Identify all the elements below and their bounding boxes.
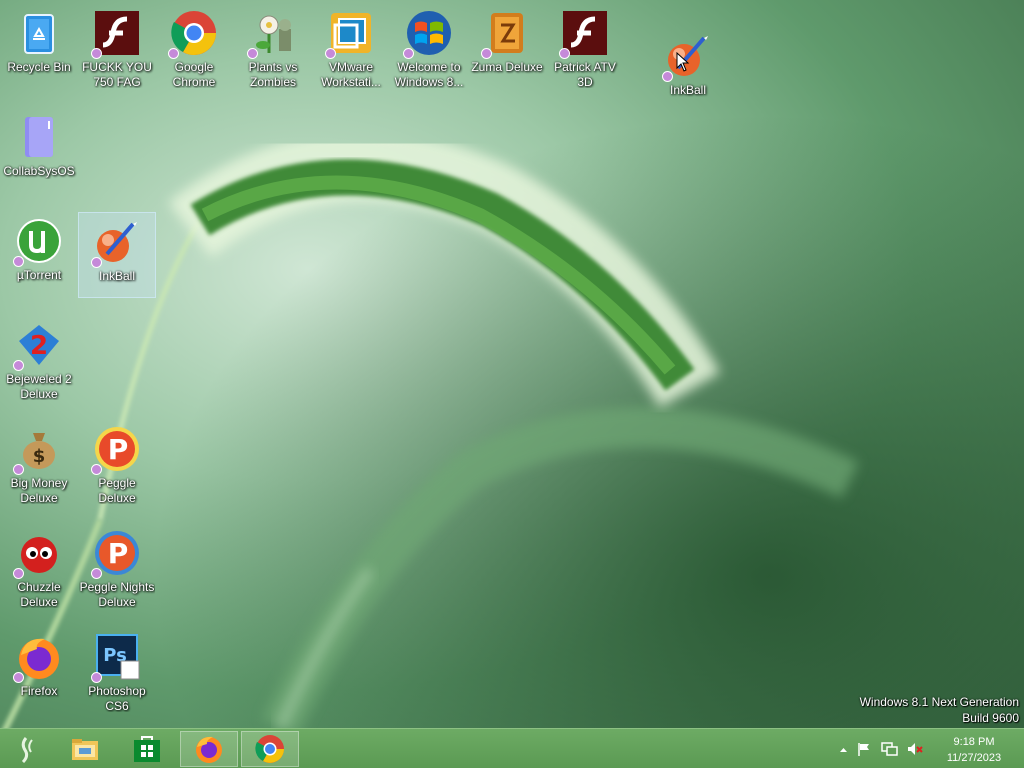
desktop-icon-bejeweled-2[interactable]: 2 Bejeweled 2 Deluxe (1, 316, 77, 400)
folder-icon (15, 113, 63, 161)
desktop-icon-utorrent[interactable]: µTorrent (1, 212, 77, 296)
photoshop-icon: Ps (91, 633, 141, 683)
desktop-icon-zuma-deluxe[interactable]: Zuma Deluxe (469, 4, 545, 88)
firefox-icon (196, 736, 222, 763)
svg-text:$: $ (33, 446, 46, 467)
flash-icon (91, 9, 141, 59)
shortcut-arrow-icon (168, 48, 179, 59)
shortcut-arrow-icon (559, 48, 570, 59)
shortcut-arrow-icon (13, 464, 24, 475)
shortcut-arrow-icon (91, 48, 102, 59)
windows-logo-icon (403, 9, 453, 59)
shortcut-arrow-icon (91, 568, 102, 579)
shortcut-arrow-icon (91, 257, 102, 268)
desktop-icon-plants-vs-zombies[interactable]: Plants vs Zombies (235, 4, 311, 88)
system-tray (839, 729, 924, 768)
start-button[interactable] (4, 731, 52, 767)
taskbar-clock[interactable]: 9:18 PM 11/27/2023 (928, 734, 1020, 766)
svg-text:P: P (108, 433, 129, 466)
desktop-icon-vmware[interactable]: VMware Workstati... (313, 4, 389, 88)
clock-date: 11/27/2023 (946, 752, 1002, 764)
desktop-icon-inkball-selected[interactable]: InkBall (78, 212, 156, 298)
store-icon (134, 736, 160, 762)
shortcut-arrow-icon (13, 360, 24, 371)
start-icon (21, 737, 33, 764)
shortcut-arrow-icon (13, 256, 24, 267)
inkball-icon (91, 218, 141, 268)
shortcut-arrow-icon (13, 672, 24, 683)
shortcut-arrow-icon (247, 48, 258, 59)
desktop-icon-flash-game[interactable]: FUCKK YOU 750 FAG (79, 4, 155, 88)
mouse-pointer-icon (676, 52, 690, 72)
desktop-icon-chuzzle-deluxe[interactable]: Chuzzle Deluxe (1, 524, 77, 608)
bejeweled-icon: 2 (13, 321, 63, 371)
windows-build-watermark: Windows 8.1 Next Generation Build 9600 (860, 694, 1019, 726)
shortcut-arrow-icon (481, 48, 492, 59)
zuma-icon (481, 9, 531, 59)
taskbar-firefox[interactable] (180, 731, 238, 767)
taskbar-file-explorer[interactable] (56, 731, 114, 767)
taskbar-chrome[interactable] (241, 731, 299, 767)
chrome-icon (168, 9, 218, 59)
taskbar-store[interactable] (118, 731, 176, 767)
clock-time: 9:18 PM (953, 736, 995, 748)
desktop-icon-welcome-windows[interactable]: Welcome to Windows 8... (391, 4, 467, 88)
money-bag-icon: $ (13, 425, 63, 475)
desktop-icon-peggle-nights[interactable]: P Peggle Nights Deluxe (79, 524, 155, 608)
chrome-icon (255, 735, 284, 763)
shortcut-arrow-icon (91, 464, 102, 475)
watermark-build: Build 9600 (962, 711, 1019, 725)
desktop-icon-peggle-deluxe[interactable]: P Peggle Deluxe (79, 420, 155, 504)
utorrent-icon (13, 217, 63, 267)
flash-icon (559, 9, 609, 59)
desktop-icon-big-money[interactable]: $ Big Money Deluxe (1, 420, 77, 504)
show-hidden-icons-icon[interactable] (839, 745, 848, 754)
desktop-icon-collabsysos[interactable]: CollabSysOS (1, 108, 77, 192)
recycle-bin-icon (15, 9, 63, 57)
desktop-icon-recycle-bin[interactable]: Recycle Bin (1, 4, 77, 88)
file-explorer-icon (72, 739, 98, 760)
peggle-nights-icon: P (91, 529, 141, 579)
peggle-icon: P (91, 425, 141, 475)
taskbar: 9:18 PM 11/27/2023 (0, 728, 1024, 768)
desktop-icon-google-chrome[interactable]: Google Chrome (156, 4, 232, 88)
vmware-icon (325, 9, 375, 59)
volume-muted-icon[interactable] (906, 741, 924, 757)
desktop-icon-photoshop[interactable]: Ps Photoshop CS6 (79, 628, 155, 712)
shortcut-arrow-icon (91, 672, 102, 683)
shortcut-arrow-icon (13, 568, 24, 579)
svg-text:2: 2 (30, 331, 48, 361)
network-icon[interactable] (880, 741, 898, 757)
svg-text:P: P (108, 537, 129, 570)
shortcut-arrow-icon (403, 48, 414, 59)
watermark-edition: Windows 8.1 Next Generation (859, 695, 1019, 709)
plants-vs-zombies-icon (247, 9, 297, 59)
firefox-icon (13, 633, 63, 683)
shortcut-arrow-icon (662, 71, 673, 82)
action-center-flag-icon[interactable] (856, 741, 872, 757)
desktop-icon-firefox[interactable]: Firefox (1, 628, 77, 712)
desktop-icon-patrick-atv[interactable]: Patrick ATV 3D (547, 4, 623, 88)
chuzzle-icon (13, 529, 63, 579)
shortcut-arrow-icon (325, 48, 336, 59)
